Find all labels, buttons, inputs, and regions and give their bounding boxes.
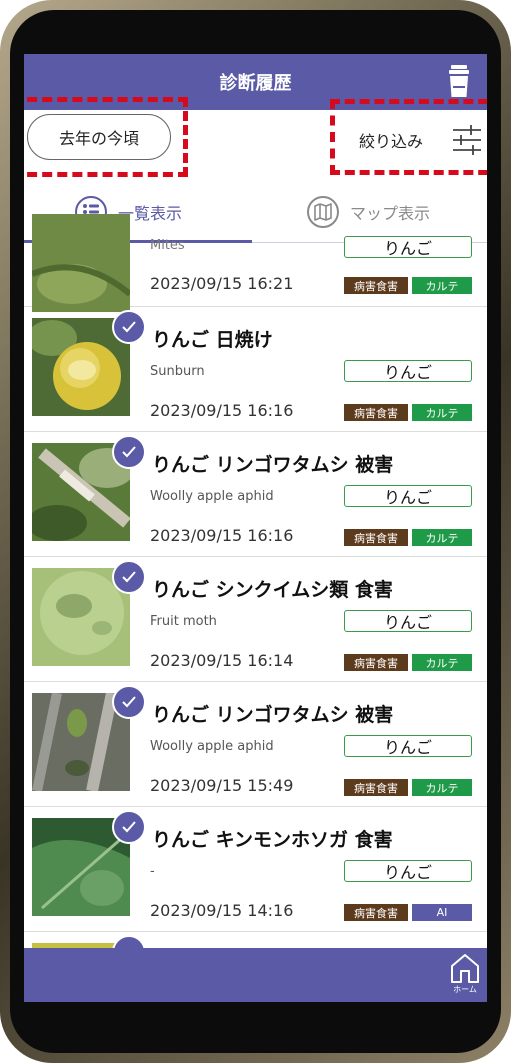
karte-badge: カルテ xyxy=(412,404,472,421)
highlight-box-left xyxy=(24,97,188,177)
entry-photo xyxy=(32,214,130,312)
category-badge: 病害食害 xyxy=(344,904,408,921)
entry-subtitle: - xyxy=(150,864,155,879)
entry-title: りんご シンクイムシ類 食害 xyxy=(152,579,393,601)
crop-label: りんご xyxy=(344,735,472,757)
crop-label: りんご xyxy=(344,860,472,882)
checked-icon xyxy=(112,435,146,469)
karte-badge: カルテ xyxy=(412,277,472,294)
trash-icon[interactable] xyxy=(448,64,470,98)
list-item[interactable]: りんご リンゴワタムシ 被害 Woolly apple aphid りんご 20… xyxy=(24,681,487,807)
page-title: 診断履歴 xyxy=(219,73,292,94)
home-label: ホーム xyxy=(453,985,477,994)
tab-map-label: マップ表示 xyxy=(350,204,431,223)
entry-title: りんご 日焼け xyxy=(152,329,273,351)
list-item[interactable]: りんご リンゴワタムシ 被害 Woolly apple aphid りんご 20… xyxy=(24,431,487,557)
crop-label: りんご xyxy=(344,485,472,507)
tab-map-view[interactable]: マップ表示 xyxy=(306,184,430,240)
category-badge: 病害食害 xyxy=(344,404,408,421)
entry-subtitle: Fruit moth xyxy=(150,614,217,629)
list-item[interactable]: りんご キンモンホソガ 食害 - りんご 2023/09/15 14:16 病害… xyxy=(24,806,487,932)
checked-icon xyxy=(112,685,146,719)
map-icon xyxy=(307,196,339,228)
entry-title: りんご リンゴワタムシ 被害 xyxy=(152,454,394,476)
entry-subtitle: Mites xyxy=(150,238,185,253)
bottom-nav: ホーム xyxy=(24,948,487,1002)
karte-badge: カルテ xyxy=(412,654,472,671)
entry-subtitle: Woolly apple aphid xyxy=(150,489,274,504)
entry-date: 2023/09/15 16:16 xyxy=(150,526,294,545)
app-screen: 診断履歴 去年の今頃 絞り込み 一覧表示 マップ表示 Mites りんご 202… xyxy=(24,54,487,1002)
entry-date: 2023/09/15 16:14 xyxy=(150,651,294,670)
checked-icon xyxy=(112,560,146,594)
ai-badge: AI xyxy=(412,904,472,921)
list-item[interactable]: りんご シンクイムシ類 食害 Fruit moth りんご 2023/09/15… xyxy=(24,556,487,682)
entry-subtitle: Woolly apple aphid xyxy=(150,739,274,754)
highlight-box-right xyxy=(330,99,487,175)
entry-subtitle: Sunburn xyxy=(150,364,205,379)
entry-date: 2023/09/15 16:21 xyxy=(150,274,294,293)
list-item[interactable]: りんご 日焼け Sunburn りんご 2023/09/15 16:16 病害食… xyxy=(24,306,487,432)
crop-label: りんご xyxy=(344,610,472,632)
category-badge: 病害食害 xyxy=(344,779,408,796)
karte-badge: カルテ xyxy=(412,529,472,546)
entry-date: 2023/09/15 14:16 xyxy=(150,901,294,920)
crop-label: りんご xyxy=(344,236,472,258)
karte-badge: カルテ xyxy=(412,779,472,796)
home-button[interactable]: ホーム xyxy=(447,952,483,998)
checked-icon xyxy=(112,810,146,844)
entry-date: 2023/09/15 16:16 xyxy=(150,401,294,420)
category-badge: 病害食害 xyxy=(344,529,408,546)
category-badge: 病害食害 xyxy=(344,277,408,294)
entry-title: りんご キンモンホソガ 食害 xyxy=(152,829,393,851)
checked-icon xyxy=(112,310,146,344)
list-item[interactable]: Mites りんご 2023/09/15 16:21 病害食害 カルテ xyxy=(24,214,487,312)
entry-date: 2023/09/15 15:49 xyxy=(150,776,294,795)
entry-title: りんご リンゴワタムシ 被害 xyxy=(152,704,394,726)
category-badge: 病害食害 xyxy=(344,654,408,671)
crop-label: りんご xyxy=(344,360,472,382)
home-icon xyxy=(451,954,479,983)
